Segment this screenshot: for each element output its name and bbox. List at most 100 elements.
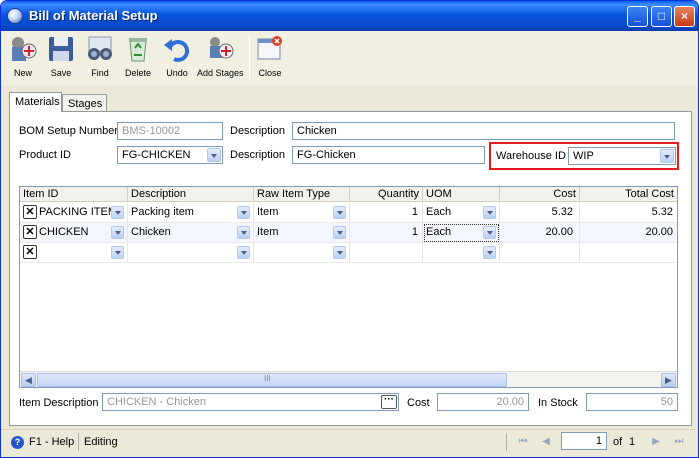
tab-stages[interactable]: Stages [62, 94, 107, 112]
remove-row-icon[interactable]: ✕ [23, 205, 37, 219]
chevron-down-icon[interactable] [483, 206, 496, 219]
chevron-down-icon[interactable] [483, 246, 496, 259]
chevron-down-icon[interactable] [111, 206, 124, 219]
undo-icon [162, 33, 192, 65]
cell-cost[interactable] [500, 243, 580, 263]
col-cost[interactable]: Cost [500, 187, 580, 202]
cell-raw-item-type[interactable]: Item [254, 203, 350, 223]
cell-cost[interactable]: 20.00 [500, 223, 580, 243]
col-total-cost[interactable]: Total Cost [580, 187, 677, 202]
find-button[interactable]: Find [83, 33, 117, 83]
table-row[interactable]: ✕ CHICKEN Chicken Item 1 Each 20.00 20.0… [20, 223, 677, 243]
cell-raw-item-type[interactable]: Item [254, 223, 350, 243]
warehouse-id-label: Warehouse ID [496, 150, 566, 162]
tab-materials[interactable]: Materials [9, 92, 62, 112]
chevron-down-icon[interactable] [237, 246, 250, 259]
table-row[interactable]: ✕ PACKING ITEM Packing item Item 1 Each … [20, 203, 677, 223]
cell-item-id[interactable]: ✕ PACKING ITEM [20, 203, 128, 223]
app-window: Bill of Material Setup _ □ × New Save Fi… [0, 0, 699, 458]
cell-description[interactable]: Chicken [128, 223, 254, 243]
cell-total-cost: 5.32 [651, 206, 673, 218]
minimize-button[interactable]: _ [627, 6, 648, 27]
cell-quantity[interactable]: 1 [350, 203, 423, 223]
description-label: Description [230, 125, 286, 137]
cell-description[interactable]: Packing item [128, 203, 254, 223]
cell-description[interactable] [128, 243, 254, 263]
undo-button[interactable]: Undo [161, 33, 193, 83]
next-page-icon[interactable]: ▶ [648, 434, 664, 450]
chevron-down-icon[interactable] [333, 246, 346, 259]
add-stages-button[interactable]: Add Stages [197, 33, 244, 83]
close-window-button[interactable]: × [674, 6, 695, 27]
col-item-id[interactable]: Item ID [20, 187, 128, 202]
chevron-down-icon[interactable] [237, 226, 250, 239]
close-button[interactable]: Close [254, 33, 286, 83]
in-stock-label: In Stock [538, 397, 578, 409]
status-divider [78, 433, 79, 451]
chevron-down-icon[interactable] [207, 148, 221, 162]
col-raw-item-type[interactable]: Raw Item Type [254, 187, 350, 202]
cell-cost[interactable]: 5.32 [500, 203, 580, 223]
chevron-down-icon[interactable] [483, 226, 496, 239]
cost-label: Cost [407, 397, 430, 409]
title-bar[interactable]: Bill of Material Setup _ □ × [1, 1, 698, 31]
window-title: Bill of Material Setup [29, 8, 158, 23]
cell-uom[interactable]: Each [423, 203, 500, 223]
cell-quantity[interactable]: 1 [350, 223, 423, 243]
warehouse-id-select[interactable]: WIP [568, 147, 676, 165]
cell-item-id[interactable]: ✕ [20, 243, 128, 263]
chevron-down-icon[interactable] [237, 206, 250, 219]
cell-uom[interactable]: Each [423, 223, 500, 243]
chevron-down-icon[interactable] [111, 226, 124, 239]
cell-quantity[interactable] [350, 243, 423, 263]
horizontal-scrollbar[interactable]: ◀ III ▶ [20, 371, 677, 387]
table-row-new[interactable]: ✕ [20, 243, 677, 263]
col-quantity[interactable]: Quantity [350, 187, 423, 202]
save-button[interactable]: Save [45, 33, 77, 83]
toolbar: New Save Find Delete Undo Add Stages Clo… [1, 31, 698, 85]
add-stages-icon [205, 33, 235, 65]
cell-uom[interactable] [423, 243, 500, 263]
product-id-label: Product ID [19, 149, 71, 161]
chevron-down-icon[interactable] [660, 149, 674, 163]
last-page-icon[interactable]: ⏭ [671, 434, 687, 450]
cell-item-id[interactable]: ✕ CHICKEN [20, 223, 128, 243]
first-page-icon[interactable]: ⏮ [515, 434, 531, 450]
help-text[interactable]: F1 - Help [29, 436, 74, 448]
item-description-field[interactable]: CHICKEN - Chicken [102, 393, 399, 411]
ellipsis-button[interactable]: ··· [381, 395, 397, 409]
description-field[interactable]: Chicken [292, 122, 675, 140]
maximize-button[interactable]: □ [651, 6, 672, 27]
scroll-thumb[interactable]: III [37, 373, 507, 387]
delete-button[interactable]: Delete [121, 33, 155, 83]
product-id-select[interactable]: FG-CHICKEN [117, 146, 223, 164]
chevron-down-icon[interactable] [111, 246, 124, 259]
col-uom[interactable]: UOM [423, 187, 500, 202]
materials-grid: Item ID Description Raw Item Type Quanti… [19, 186, 678, 388]
bom-setup-number-field[interactable]: BMS-10002 [117, 122, 223, 140]
scroll-left-icon[interactable]: ◀ [21, 373, 36, 387]
remove-row-icon[interactable]: ✕ [23, 245, 37, 259]
of-label: of [613, 436, 623, 448]
in-stock-field: 50 [586, 393, 678, 411]
save-icon [46, 33, 76, 65]
chevron-down-icon[interactable] [333, 226, 346, 239]
new-icon [8, 33, 38, 65]
col-description[interactable]: Description [128, 187, 254, 202]
previous-page-icon[interactable]: ◀ [538, 434, 554, 450]
grid-header: Item ID Description Raw Item Type Quanti… [20, 187, 677, 202]
total-pages: 1 [629, 436, 636, 448]
bom-setup-number-label: BOM Setup Number [19, 125, 119, 137]
status-mode: Editing [84, 436, 118, 448]
product-description-field[interactable]: FG-Chicken [292, 146, 485, 164]
help-icon[interactable]: ? [11, 436, 24, 449]
page-number-input[interactable]: 1 [561, 432, 607, 450]
description2-label: Description [230, 149, 286, 161]
cell-raw-item-type[interactable] [254, 243, 350, 263]
scroll-right-icon[interactable]: ▶ [661, 373, 676, 387]
cell-total-cost [580, 243, 677, 263]
new-button[interactable]: New [7, 33, 39, 83]
remove-row-icon[interactable]: ✕ [23, 225, 37, 239]
chevron-down-icon[interactable] [333, 206, 346, 219]
status-divider [506, 433, 507, 451]
